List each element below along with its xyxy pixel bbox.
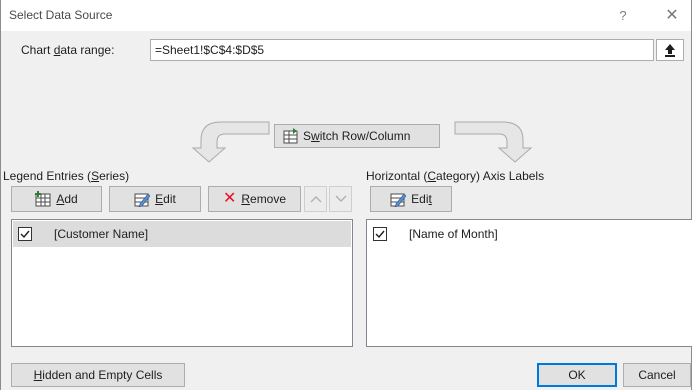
checkmark-icon bbox=[375, 230, 385, 239]
switch-row-column-label: Switch Row/Column bbox=[303, 129, 411, 143]
dialog-title: Select Data Source bbox=[9, 8, 113, 22]
remove-icon: ✕ bbox=[222, 190, 237, 207]
ok-button[interactable]: OK bbox=[537, 363, 617, 387]
edit-series-icon bbox=[134, 193, 151, 207]
add-series-button[interactable]: Add bbox=[11, 186, 102, 212]
select-data-source-dialog: Select Data Source ? ✕ Chart data range:… bbox=[0, 0, 692, 390]
cancel-button[interactable]: Cancel bbox=[623, 363, 691, 387]
title-bar: Select Data Source ? ✕ bbox=[1, 0, 691, 31]
legend-entries-list: [Customer Name] bbox=[11, 219, 353, 347]
add-series-label: Add bbox=[56, 192, 78, 206]
collapse-dialog-button[interactable] bbox=[656, 39, 684, 61]
hidden-empty-cells-button[interactable]: Hidden and Empty Cells bbox=[11, 363, 185, 387]
edit-category-icon bbox=[390, 193, 407, 207]
add-series-icon bbox=[35, 191, 51, 207]
close-button[interactable]: ✕ bbox=[657, 4, 687, 28]
switch-left-arrow-icon bbox=[191, 121, 270, 163]
edit-series-button[interactable]: Edit bbox=[109, 186, 201, 212]
edit-series-label: Edit bbox=[155, 192, 176, 206]
checkmark-icon bbox=[20, 230, 30, 239]
legend-toolbar: Add Edit ✕ Remove bbox=[11, 186, 352, 214]
list-item[interactable]: [Name of Month] bbox=[368, 221, 692, 247]
switch-row-column-icon bbox=[283, 128, 298, 144]
switch-row-column-button[interactable]: Switch Row/Column bbox=[274, 124, 440, 148]
legend-entries-label: Legend Entries (Series) bbox=[3, 169, 130, 183]
category-checkbox[interactable] bbox=[373, 227, 387, 241]
help-button[interactable]: ? bbox=[609, 4, 637, 28]
series-name: [Customer Name] bbox=[54, 227, 149, 241]
chart-data-range-label: Chart data range: bbox=[21, 43, 115, 57]
edit-category-button[interactable]: Edit bbox=[370, 186, 452, 212]
move-down-button[interactable] bbox=[329, 186, 352, 212]
series-checkbox[interactable] bbox=[18, 227, 32, 241]
remove-series-label: Remove bbox=[241, 192, 287, 206]
category-axis-list: [Name of Month] bbox=[366, 219, 692, 347]
chevron-up-icon bbox=[310, 196, 321, 203]
chevron-down-icon bbox=[335, 195, 346, 202]
category-toolbar: Edit bbox=[370, 186, 454, 214]
move-up-button[interactable] bbox=[304, 186, 327, 212]
remove-series-button[interactable]: ✕ Remove bbox=[208, 186, 301, 212]
category-axis-labels-label: Horizontal (Category) Axis Labels bbox=[366, 169, 545, 183]
category-name: [Name of Month] bbox=[409, 227, 498, 241]
list-item[interactable]: [Customer Name] bbox=[13, 221, 351, 247]
collapse-dialog-icon bbox=[665, 44, 675, 57]
chart-data-range-input[interactable]: =Sheet1!$C$4:$D$5 bbox=[150, 39, 654, 61]
switch-right-arrow-icon bbox=[454, 121, 533, 163]
edit-category-label: Edit bbox=[411, 192, 432, 206]
